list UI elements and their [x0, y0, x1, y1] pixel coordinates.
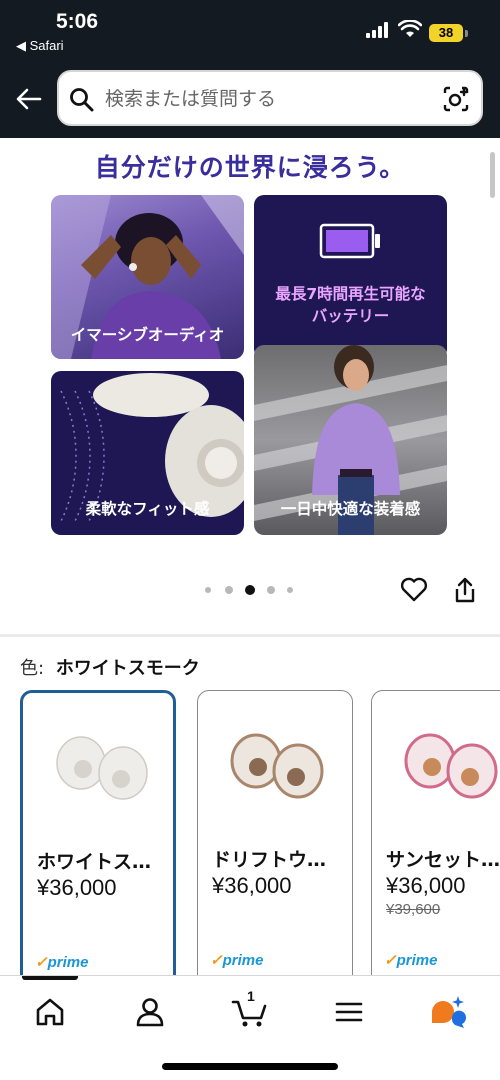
section-divider	[0, 634, 500, 637]
carousel-dot[interactable]	[225, 586, 233, 594]
cellular-signal-icon	[366, 22, 388, 38]
selected-color-value: ホワイトスモーク	[55, 658, 200, 679]
earbuds-white-image	[56, 736, 148, 800]
carousel-dot[interactable]	[205, 587, 211, 593]
battery-illustration-icon	[319, 223, 380, 259]
color-label: 色:	[20, 658, 45, 679]
swatch-strike-price: ¥39,600	[386, 901, 441, 918]
product-content: 自分だけの世界に浸ろう。 イマーシブオーディオ 最長7時間再生可能な バッテリー	[0, 138, 500, 975]
prime-badge: ✓prime	[35, 954, 89, 971]
bottom-nav: 1	[0, 975, 500, 1080]
nav-active-indicator	[22, 976, 78, 980]
camera-search-icon[interactable]	[441, 84, 471, 114]
search-icon	[70, 88, 94, 112]
promo-tile-all-day-comfort[interactable]: 一日中快適な装着感	[254, 345, 447, 535]
cart-button[interactable]: 1	[230, 988, 270, 1032]
tile-label: イマーシブオーディオ	[70, 326, 225, 344]
battery-nub	[465, 30, 468, 37]
status-time: 5:06	[56, 10, 99, 33]
color-selector-label: 色: ホワイトスモーク	[20, 654, 200, 680]
account-icon[interactable]	[130, 992, 170, 1032]
tile-label: 柔軟なフィット感	[85, 500, 210, 518]
swatch-price: ¥36,000	[386, 873, 466, 898]
prime-label: prime	[396, 952, 438, 969]
share-icon[interactable]	[453, 576, 477, 604]
prime-badge: ✓prime	[210, 952, 264, 969]
home-indicator	[162, 1063, 338, 1070]
color-swatch-driftwood[interactable]: ドリフトウ… ¥36,000 ✓prime	[197, 690, 353, 975]
carousel-dot[interactable]	[267, 586, 275, 594]
home-icon[interactable]	[30, 992, 70, 1032]
search-box[interactable]	[57, 70, 483, 126]
color-swatch-white-smoke[interactable]: ホワイトス… ¥36,000 ✓prime	[20, 690, 176, 975]
cart-count: 1	[247, 988, 255, 1004]
promo-tile-battery[interactable]: 最長7時間再生可能な バッテリー	[254, 195, 447, 359]
swatch-price: ¥36,000	[212, 873, 292, 898]
swatch-price: ¥36,000	[37, 875, 117, 900]
prime-label: prime	[47, 954, 89, 971]
prime-label: prime	[222, 952, 264, 969]
earbuds-driftwood-image	[230, 733, 324, 799]
search-input[interactable]	[105, 84, 425, 114]
menu-icon[interactable]	[329, 992, 369, 1032]
battery-icon: 38	[429, 24, 463, 42]
carousel-dot[interactable]	[287, 587, 293, 593]
carousel-dot-active[interactable]	[245, 585, 255, 595]
swatch-name: ホワイトス…	[37, 851, 152, 873]
back-arrow-icon[interactable]	[14, 84, 44, 114]
wifi-icon	[398, 20, 422, 37]
promo-tile-immersive-audio[interactable]: イマーシブオーディオ	[51, 195, 244, 359]
promo-title: 自分だけの世界に浸ろう。	[94, 153, 406, 182]
prime-badge: ✓prime	[384, 952, 438, 969]
tile-label-line1: 最長7時間再生可能な	[275, 285, 426, 303]
tile-label: 最長7時間再生可能な バッテリー	[254, 283, 447, 327]
status-bar: 5:06 ◀ Safari 38	[0, 0, 500, 62]
search-header	[0, 62, 500, 138]
promo-tile-flexible-fit[interactable]: 柔軟なフィット感	[51, 371, 244, 535]
color-swatch-sunset[interactable]: サンセット… ¥36,000 ¥39,600 ✓prime	[371, 690, 500, 975]
swatch-name: サンセット…	[386, 849, 500, 871]
tile-label-line2: バッテリー	[311, 307, 390, 325]
rufus-assistant-icon[interactable]	[428, 992, 468, 1032]
back-to-safari-link[interactable]: ◀ Safari	[16, 38, 64, 54]
tile-label: 一日中快適な装着感	[280, 500, 421, 518]
heart-icon[interactable]	[400, 576, 428, 602]
swatch-name: ドリフトウ…	[212, 849, 327, 871]
earbuds-sunset-image	[404, 733, 498, 799]
